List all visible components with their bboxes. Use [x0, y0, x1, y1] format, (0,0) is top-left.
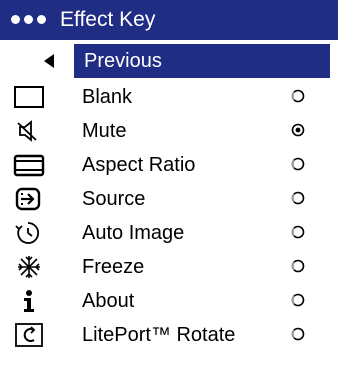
- menu-item-label: Auto Image: [82, 222, 185, 244]
- menu-item-mute[interactable]: Mute: [0, 114, 338, 148]
- menu-item-label: Mute: [82, 120, 127, 142]
- menu-dots-icon: [11, 15, 53, 25]
- radio-button-freeze[interactable]: [291, 259, 305, 273]
- menu-item-about[interactable]: About: [0, 284, 338, 318]
- effect-key-menu: Effect Key Previous Blank Mute Aspect Ra…: [0, 0, 338, 384]
- radio-button-mute[interactable]: [291, 123, 305, 137]
- auto-image-icon: [12, 219, 48, 247]
- radio-button-liteport-rotate[interactable]: [291, 327, 305, 341]
- menu-item-freeze[interactable]: Freeze: [0, 250, 338, 284]
- radio-button-blank[interactable]: [291, 89, 305, 103]
- info-icon: [12, 287, 48, 315]
- menu-item-label: Freeze: [82, 256, 145, 278]
- radio-button-aspect-ratio[interactable]: [291, 157, 305, 171]
- menu-item-label: LitePort™ Rotate: [82, 324, 236, 346]
- blank-screen-icon: [12, 83, 48, 111]
- menu-item-label: Aspect Ratio: [82, 154, 196, 176]
- source-input-icon: [12, 185, 48, 213]
- previous-menu-item[interactable]: Previous: [74, 44, 330, 78]
- freeze-snowflake-icon: [12, 253, 48, 281]
- menu-item-label: About: [82, 290, 135, 312]
- menu-item-liteport-rotate[interactable]: LitePort™ Rotate: [0, 318, 338, 352]
- radio-button-about[interactable]: [291, 293, 305, 307]
- previous-label: Previous: [84, 50, 162, 72]
- radio-button-source[interactable]: [291, 191, 305, 205]
- aspect-ratio-icon: [12, 151, 48, 179]
- menu-title: Effect Key: [60, 8, 156, 31]
- mute-speaker-icon: [12, 117, 48, 145]
- menu-title-bar: Effect Key: [0, 0, 338, 40]
- radio-button-auto-image[interactable]: [291, 225, 305, 239]
- menu-item-label: Blank: [82, 86, 133, 108]
- menu-item-blank[interactable]: Blank: [0, 80, 338, 114]
- menu-item-aspect-ratio[interactable]: Aspect Ratio: [0, 148, 338, 182]
- menu-item-source[interactable]: Source: [0, 182, 338, 216]
- menu-item-label: Source: [82, 188, 146, 210]
- rotate-icon: [12, 321, 48, 349]
- menu-item-auto-image[interactable]: Auto Image: [0, 216, 338, 250]
- back-arrow-icon: [40, 50, 60, 72]
